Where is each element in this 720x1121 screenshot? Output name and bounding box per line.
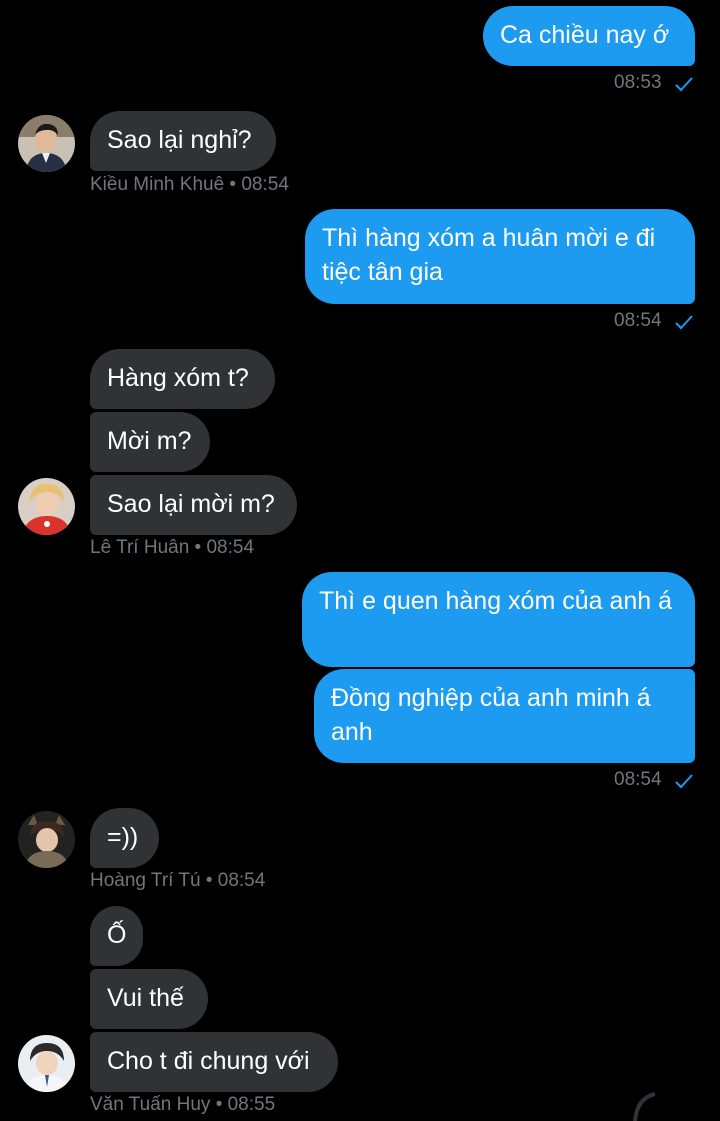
message-bubble-incoming[interactable]: Mời m?	[90, 412, 210, 472]
message-bubble-incoming[interactable]: Ố	[90, 906, 143, 966]
message-bubble-outgoing[interactable]: Thì hàng xóm a huân mời e đi tiệc tân gi…	[305, 209, 695, 304]
scroll-to-bottom-icon[interactable]	[615, 1090, 675, 1121]
message-timestamp: 08:53	[614, 72, 662, 93]
message-bubble-incoming[interactable]: Sao lại mời m?	[90, 475, 297, 535]
message-bubble-incoming[interactable]: Hàng xóm t?	[90, 349, 275, 409]
sender-meta: Văn Tuấn Huy • 08:55	[90, 1094, 276, 1115]
message-bubble-outgoing[interactable]: Thì e quen hàng xóm của anh á	[302, 572, 695, 667]
message-bubble-incoming[interactable]: Cho t đi chung với	[90, 1032, 338, 1092]
avatar-van-tuan-huy[interactable]	[18, 1035, 75, 1092]
message-bubble-outgoing[interactable]: Đồng nghiệp của anh minh á anh	[314, 669, 695, 763]
sender-meta: Lê Trí Huân • 08:54	[90, 537, 255, 558]
message-timestamp: 08:54	[614, 310, 662, 331]
avatar-le-tri-huan[interactable]	[18, 478, 75, 535]
message-bubble-incoming[interactable]: Sao lại nghỉ?	[90, 111, 276, 171]
check-icon	[675, 774, 693, 789]
sender-meta: Hoàng Trí Tú • 08:54	[90, 870, 266, 891]
message-bubble-incoming[interactable]: Vui thế	[90, 969, 208, 1029]
message-timestamp: 08:54	[614, 769, 662, 790]
avatar-kieu-minh-khue[interactable]	[18, 115, 75, 172]
message-bubble-outgoing[interactable]: Ca chiều nay ớ	[483, 6, 695, 66]
check-icon	[675, 315, 693, 330]
sender-meta: Kiều Minh Khuê • 08:54	[90, 174, 289, 195]
check-icon	[675, 77, 693, 92]
avatar-hoang-tri-tu[interactable]	[18, 811, 75, 868]
message-bubble-incoming[interactable]: =))	[90, 808, 159, 868]
